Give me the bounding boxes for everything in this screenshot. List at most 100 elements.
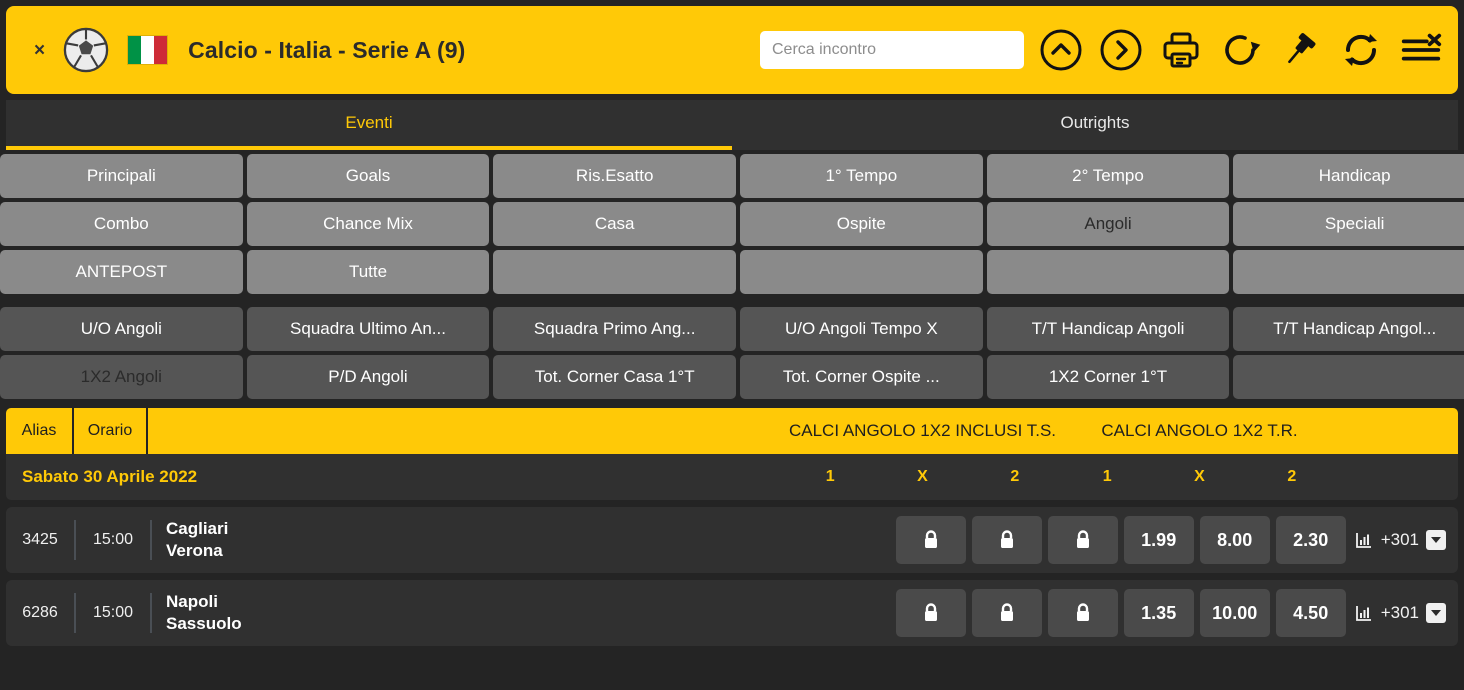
outcome-header-m2-x: X — [1194, 468, 1205, 485]
filter-label: Chance Mix — [323, 214, 413, 233]
tab-outrights-label: Outrights — [1060, 113, 1130, 132]
print-icon[interactable] — [1158, 27, 1204, 73]
odds-cell[interactable]: 8.00 — [1199, 516, 1270, 564]
close-icon[interactable]: × — [28, 37, 51, 64]
odds-cell-locked[interactable] — [971, 516, 1042, 564]
italy-flag-icon — [127, 35, 169, 65]
row-time: 15:00 — [92, 604, 134, 621]
filter-label: Squadra Ultimo An... — [290, 319, 446, 338]
subfilter-tt-handicap-angoli[interactable]: T/T Handicap Angoli — [986, 307, 1230, 351]
filter-antepost[interactable]: ANTEPOST — [0, 250, 243, 294]
more-markets-button[interactable]: +301 — [1346, 603, 1458, 623]
next-right-circle-icon[interactable] — [1098, 27, 1144, 73]
filter-slot-empty — [493, 250, 736, 294]
odds-cell-locked[interactable] — [1047, 589, 1118, 637]
subfilter-uo-angoli-tempo-x[interactable]: U/O Angoli Tempo X — [740, 307, 983, 351]
lock-icon — [1076, 530, 1089, 548]
search-input[interactable] — [760, 31, 1024, 69]
filter-ospite[interactable]: Ospite — [740, 202, 983, 246]
tab-eventi[interactable]: Eventi — [6, 100, 732, 150]
odds-cell[interactable]: 1.99 — [1123, 516, 1194, 564]
odds-cell[interactable]: 2.30 — [1275, 516, 1346, 564]
bar-chart-icon — [1355, 533, 1371, 548]
filter-ris-esatto[interactable]: Ris.Esatto — [493, 154, 736, 198]
filter-chance-mix[interactable]: Chance Mix — [246, 202, 490, 246]
lock-icon — [924, 530, 937, 548]
column-header-tail — [1338, 408, 1458, 454]
soccer-ball-icon — [63, 27, 109, 73]
pin-icon[interactable] — [1278, 27, 1324, 73]
more-markets-button[interactable]: +301 — [1346, 530, 1458, 550]
odds-cell-locked[interactable] — [1047, 516, 1118, 564]
filter-label: 1° Tempo — [825, 166, 898, 185]
filter-primo-tempo[interactable]: 1° Tempo — [740, 154, 983, 198]
market-header-2: CALCI ANGOLO 1X2 T.R. — [1101, 420, 1298, 440]
filter-label: Combo — [93, 214, 149, 233]
filter-casa[interactable]: Casa — [493, 202, 736, 246]
subfilter-squadra-primo-angolo[interactable]: Squadra Primo Ang... — [493, 307, 736, 351]
subfilter-squadra-ultimo-angolo[interactable]: Squadra Ultimo An... — [246, 307, 490, 351]
filter-handicap[interactable]: Handicap — [1233, 154, 1464, 198]
collapse-up-circle-icon[interactable] — [1038, 27, 1084, 73]
filter-label: Squadra Primo Ang... — [533, 319, 696, 338]
market-filter-group-primary: Principali Goals Ris.Esatto 1° Tempo 2° … — [0, 154, 1464, 294]
chevron-down-icon[interactable] — [1426, 530, 1446, 550]
filter-label: Goals — [345, 166, 391, 185]
filter-angoli[interactable]: Angoli — [986, 202, 1230, 246]
filter-speciali[interactable]: Speciali — [1233, 202, 1464, 246]
filter-label: 1X2 Corner 1°T — [1048, 367, 1168, 386]
outcome-header-m1-1: 1 — [825, 468, 835, 485]
lock-icon — [924, 603, 937, 621]
column-header-alias: Alias — [6, 408, 74, 454]
lock-icon — [1000, 603, 1013, 621]
subfilter-1x2-angoli[interactable]: 1X2 Angoli — [0, 355, 243, 399]
subfilter-pd-angoli[interactable]: P/D Angoli — [246, 355, 490, 399]
table-row[interactable]: 3425 15:00 Cagliari Verona 1.99 8.00 2.3… — [6, 507, 1458, 573]
tab-outrights[interactable]: Outrights — [732, 100, 1458, 150]
filter-label: Tot. Corner Casa 1°T — [534, 367, 695, 386]
subfilter-uo-angoli[interactable]: U/O Angoli — [0, 307, 243, 351]
filter-label: U/O Angoli Tempo X — [784, 319, 938, 338]
away-team: Sassuolo — [166, 614, 242, 633]
filter-tutte[interactable]: Tutte — [246, 250, 490, 294]
odds-cell[interactable]: 10.00 — [1199, 589, 1270, 637]
list-remove-icon[interactable] — [1398, 27, 1444, 73]
odds-cell-locked[interactable] — [895, 589, 966, 637]
filter-slot-empty — [1233, 355, 1464, 399]
row-alias: 3425 — [22, 531, 58, 548]
subfilter-tot-corner-ospite[interactable]: Tot. Corner Ospite ... — [740, 355, 983, 399]
odds-cell[interactable]: 4.50 — [1275, 589, 1346, 637]
more-markets-count: +301 — [1380, 603, 1419, 622]
filter-label: 2° Tempo — [1072, 166, 1144, 185]
subfilter-tt-handicap-angoli-2[interactable]: T/T Handicap Angol... — [1233, 307, 1464, 351]
header-actions — [760, 27, 1444, 73]
chevron-down-icon[interactable] — [1426, 603, 1446, 623]
row-time: 15:00 — [92, 531, 134, 548]
filter-secondo-tempo[interactable]: 2° Tempo — [986, 154, 1230, 198]
filter-label: 1X2 Angoli — [80, 367, 162, 386]
bar-chart-icon — [1355, 606, 1371, 621]
filter-label: Casa — [594, 214, 635, 233]
subfilter-1x2-corner-1t[interactable]: 1X2 Corner 1°T — [986, 355, 1230, 399]
row-alias: 6286 — [22, 604, 58, 621]
subfilter-tot-corner-casa-1t[interactable]: Tot. Corner Casa 1°T — [493, 355, 736, 399]
filter-goals[interactable]: Goals — [246, 154, 490, 198]
refresh-sync-icon[interactable] — [1338, 27, 1384, 73]
filter-label: P/D Angoli — [328, 367, 408, 386]
row-teams: Cagliari Verona — [152, 518, 228, 562]
away-team: Verona — [166, 541, 223, 560]
events-table: Alias Orario CALCI ANGOLO 1X2 INCLUSI T.… — [6, 408, 1458, 646]
filter-principali[interactable]: Principali — [0, 154, 243, 198]
filter-combo[interactable]: Combo — [0, 202, 243, 246]
filter-label: Ospite — [836, 214, 886, 233]
home-team: Napoli — [166, 592, 218, 612]
odds-cell-locked[interactable] — [895, 516, 966, 564]
outcome-header-row: 1 X 2 1 X 2 — [784, 468, 1338, 486]
table-row[interactable]: 6286 15:00 Napoli Sassuolo 1.35 10.00 4.… — [6, 580, 1458, 646]
odds-cell-locked[interactable] — [971, 589, 1042, 637]
reload-icon[interactable] — [1218, 27, 1264, 73]
market-filter-group-secondary: U/O Angoli Squadra Ultimo An... Squadra … — [0, 307, 1464, 399]
filter-label: U/O Angoli — [80, 319, 162, 338]
filter-slot-empty — [1233, 250, 1464, 294]
odds-cell[interactable]: 1.35 — [1123, 589, 1194, 637]
